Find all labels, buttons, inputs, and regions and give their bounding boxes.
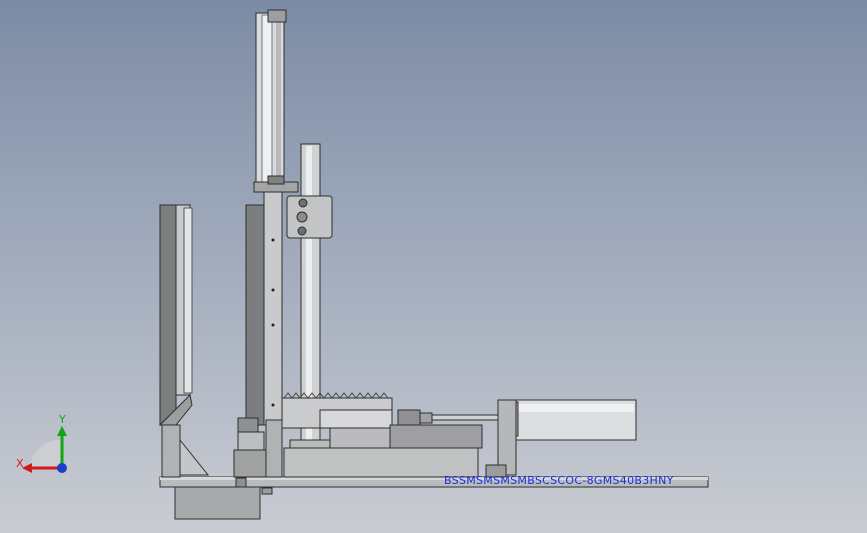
x-axis-label: X — [16, 457, 24, 470]
top-vertical-cylinder — [253, 9, 299, 193]
center-vertical-slide — [233, 189, 283, 478]
left-vertical-guide — [158, 204, 210, 478]
y-axis-label: Y — [59, 413, 66, 426]
cad-viewport[interactable]: BSSMSMSMSMBSCSCOC-8GMS40B3HNY Y X — [0, 0, 867, 533]
machine-assembly[interactable] — [0, 0, 867, 533]
part-number-annotation: BSSMSMSMSMBSCSCOC-8GMS40B3HNY — [444, 474, 674, 487]
